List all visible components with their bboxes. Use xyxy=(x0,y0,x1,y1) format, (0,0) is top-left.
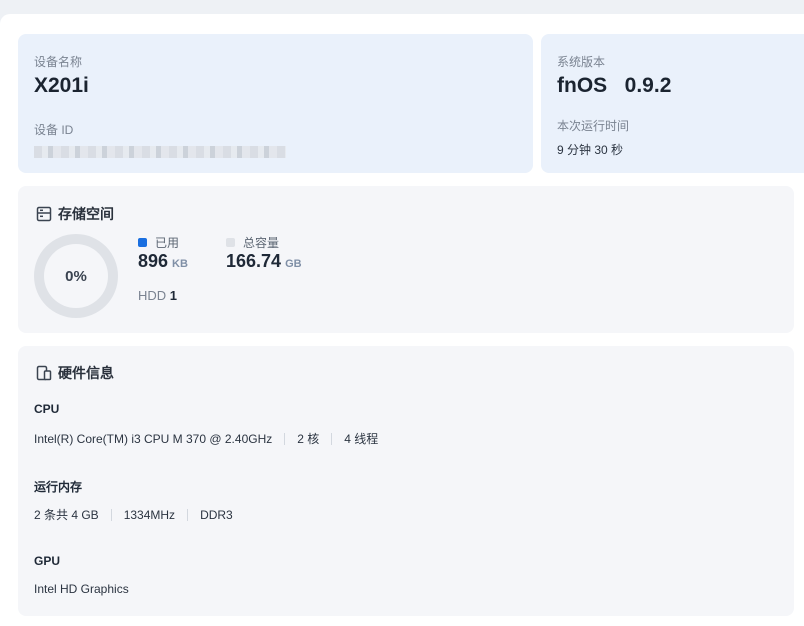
uptime-value: 9 分钟 30 秒 xyxy=(557,143,624,157)
gpu-model: Intel HD Graphics xyxy=(34,582,129,596)
cpu-label: CPU xyxy=(34,402,60,416)
devices-icon xyxy=(36,365,52,381)
cpu-threads: 4 线程 xyxy=(344,432,379,446)
memory-type: DDR3 xyxy=(200,507,233,522)
system-version: fnOS 0.9.2 xyxy=(557,74,672,97)
storage-title-row: 存储空间 xyxy=(36,204,114,224)
storage-usage-donut: 0% xyxy=(34,234,118,318)
cpu-model: Intel(R) Core(TM) i3 CPU M 370 @ 2.40GHz xyxy=(34,431,273,446)
device-card: 设备名称 X201i 设备 ID xyxy=(18,34,533,173)
total-legend-swatch xyxy=(226,238,235,247)
used-value-number: 896 xyxy=(138,251,169,271)
device-id-label: 设备 ID xyxy=(34,123,74,137)
hdd-count: HDD 1 xyxy=(138,288,177,303)
separator xyxy=(187,508,189,521)
memory-slots: 2 条共 4 GB xyxy=(34,508,99,522)
total-value: 166.74 GB xyxy=(226,251,302,272)
used-legend: 已用 xyxy=(138,234,179,251)
total-value-number: 166.74 xyxy=(226,251,282,271)
cpu-cores: 2 核 xyxy=(297,432,320,446)
hdd-label: HDD xyxy=(138,288,167,303)
storage-card: 存储空间 0% 已用 896 KB 总容量 166.74 GB HDD 1 xyxy=(18,186,794,333)
system-card: 系统版本 fnOS 0.9.2 本次运行时间 9 分钟 30 秒 xyxy=(541,34,804,173)
storage-title: 存储空间 xyxy=(58,206,114,222)
used-legend-label: 已用 xyxy=(155,236,180,250)
hardware-card: 硬件信息 CPU Intel(R) Core(TM) i3 CPU M 370 … xyxy=(18,346,794,616)
used-value: 896 KB xyxy=(138,251,188,272)
total-value-unit: GB xyxy=(285,258,302,270)
main-panel: 设备名称 X201i 设备 ID 系统版本 fnOS 0.9.2 本次运行时间 … xyxy=(0,14,804,626)
used-value-unit: KB xyxy=(172,258,188,270)
total-legend: 总容量 xyxy=(226,234,279,251)
device-id-redacted xyxy=(34,146,286,158)
hardware-title: 硬件信息 xyxy=(58,365,114,381)
memory-label: 运行内存 xyxy=(34,480,83,494)
hdd-number: 1 xyxy=(169,288,178,303)
storage-usage-percent: 0% xyxy=(65,267,87,285)
device-name-label: 设备名称 xyxy=(34,55,83,69)
separator xyxy=(110,508,112,521)
device-name: X201i xyxy=(34,74,89,97)
uptime-label: 本次运行时间 xyxy=(557,119,630,133)
memory-speed: 1334MHz xyxy=(123,507,176,522)
gpu-label: GPU xyxy=(34,554,61,568)
system-version-label: 系统版本 xyxy=(557,55,606,69)
used-legend-swatch xyxy=(138,238,147,247)
storage-icon xyxy=(36,206,52,222)
total-legend-label: 总容量 xyxy=(243,236,280,250)
separator xyxy=(331,432,333,445)
gpu-details: Intel HD Graphics xyxy=(34,582,129,596)
separator xyxy=(284,432,286,445)
memory-details: 2 条共 4 GB 1334MHz DDR3 xyxy=(34,506,233,523)
cpu-details: Intel(R) Core(TM) i3 CPU M 370 @ 2.40GHz… xyxy=(34,430,378,447)
hardware-title-row: 硬件信息 xyxy=(36,363,114,383)
